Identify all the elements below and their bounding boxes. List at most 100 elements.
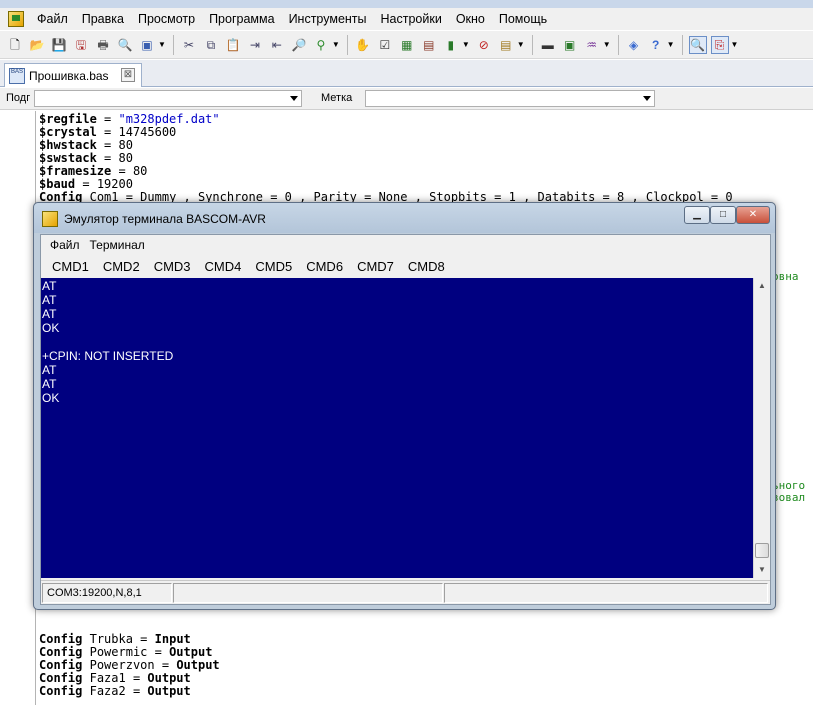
- code-fragment: зовал: [772, 491, 806, 504]
- lcd-icon[interactable]: ▣: [561, 36, 579, 54]
- pdf-dropdown-icon[interactable]: ▼: [731, 40, 739, 49]
- toolbar-separator: [346, 34, 348, 55]
- title-strip: [0, 0, 813, 8]
- menu-edit[interactable]: Правка: [75, 8, 131, 30]
- terminal-line: OK: [42, 321, 60, 335]
- status-panel: [173, 583, 443, 603]
- terminal-line: AT: [42, 363, 57, 377]
- pdf-icon[interactable]: ⎘: [710, 35, 729, 54]
- syntax-check-icon[interactable]: ☑: [376, 36, 394, 54]
- terminal-line: AT: [42, 307, 57, 321]
- compile-icon[interactable]: ▦: [398, 36, 416, 54]
- terminal-app-icon: [42, 211, 58, 227]
- minimize-button[interactable]: ▁: [684, 206, 710, 224]
- cmd4-button[interactable]: CMD4: [198, 256, 249, 278]
- scroll-thumb[interactable]: [755, 543, 769, 558]
- cmd3-button[interactable]: CMD3: [147, 256, 198, 278]
- status-panel: [444, 583, 768, 603]
- cmd8-button[interactable]: CMD8: [401, 256, 452, 278]
- save-as-icon[interactable]: 🖫: [72, 36, 90, 54]
- navigation-bar: Подг Метка: [0, 88, 813, 110]
- new-file-icon[interactable]: 🗋: [6, 36, 24, 54]
- terminal-title: Эмулятор терминала BASCOM-AVR: [64, 212, 266, 226]
- save-icon[interactable]: 💾: [50, 36, 68, 54]
- help-icon[interactable]: ?: [647, 36, 665, 54]
- terminal-line: AT: [42, 279, 57, 293]
- toolbar: 🗋 📂 💾 🖫 🖶 🔍 ▣ ▼ ✂ ⧉ 📋 ⇥ ⇤ 🔎 ⚲ ▼ ✋ ☑ ▦ ▤ …: [0, 31, 813, 59]
- graphic-converter-icon[interactable]: ♒: [583, 36, 601, 54]
- menu-program[interactable]: Программа: [202, 8, 282, 30]
- terminal-icon[interactable]: ▤: [497, 36, 515, 54]
- terminal-output[interactable]: AT AT AT OK +CPIN: NOT INSERTED AT AT OK: [41, 278, 753, 578]
- lcd-designer-icon[interactable]: ▬: [539, 36, 557, 54]
- cmd7-button[interactable]: CMD7: [350, 256, 401, 278]
- terminal-window: Эмулятор терминала BASCOM-AVR ▁ □ ✕ Файл…: [33, 202, 776, 610]
- editor-gutter: [0, 111, 36, 705]
- tab-file[interactable]: BAS Прошивка.bas ⊠: [4, 63, 142, 87]
- menu-help[interactable]: Помощь: [492, 8, 554, 30]
- print-icon[interactable]: 🖶: [94, 36, 112, 54]
- chip-icon[interactable]: ▤: [420, 36, 438, 54]
- project-dropdown-icon[interactable]: ▼: [158, 40, 166, 49]
- toolbar-separator: [172, 34, 174, 55]
- simulator-icon[interactable]: ⊘: [475, 36, 493, 54]
- project-icon[interactable]: ▣: [138, 36, 156, 54]
- cmd5-button[interactable]: CMD5: [248, 256, 299, 278]
- label-label: Метка: [321, 92, 353, 104]
- label-dropdown-icon[interactable]: [643, 96, 651, 101]
- menu-options[interactable]: Настройки: [374, 8, 449, 30]
- toolbar-separator: [681, 34, 683, 55]
- toolbar-separator: [617, 34, 619, 55]
- program-dropdown-icon[interactable]: ▼: [462, 40, 470, 49]
- indent-icon[interactable]: ⇥: [246, 36, 264, 54]
- copy-icon[interactable]: ⧉: [202, 36, 220, 54]
- hand-icon[interactable]: ✋: [354, 36, 372, 54]
- close-button[interactable]: ✕: [736, 206, 770, 224]
- scroll-down-icon[interactable]: ▼: [754, 562, 770, 578]
- replace-icon[interactable]: ⚲: [312, 36, 330, 54]
- program-chip-icon[interactable]: ▮: [442, 36, 460, 54]
- terminal-status-bar: COM3:19200,N,8,1: [41, 580, 770, 604]
- cut-icon[interactable]: ✂: [180, 36, 198, 54]
- sub-dropdown-icon[interactable]: [290, 96, 298, 101]
- menu-tools[interactable]: Инструменты: [282, 8, 374, 30]
- terminal-line: OK: [42, 391, 60, 405]
- app-icon[interactable]: [8, 11, 24, 27]
- unindent-icon[interactable]: ⇤: [268, 36, 286, 54]
- zoom-icon[interactable]: 🔍: [688, 35, 707, 54]
- scroll-up-icon[interactable]: ▲: [754, 278, 770, 294]
- cmd6-button[interactable]: CMD6: [299, 256, 350, 278]
- menu-window[interactable]: Окно: [449, 8, 492, 30]
- find-dropdown-icon[interactable]: ▼: [332, 40, 340, 49]
- find-icon[interactable]: 🔎: [290, 36, 308, 54]
- tab-file-label: Прошивка.bas: [29, 68, 109, 83]
- tab-bar: BAS Прошивка.bas ⊠: [0, 60, 813, 87]
- toolbar-separator: [531, 34, 533, 55]
- command-bar: CMD1 CMD2 CMD3 CMD4 CMD5 CMD6 CMD7 CMD8: [41, 256, 770, 278]
- info-icon[interactable]: ◈: [625, 36, 643, 54]
- status-port: COM3:19200,N,8,1: [42, 583, 172, 603]
- paste-icon[interactable]: 📋: [224, 36, 242, 54]
- open-folder-icon[interactable]: 📂: [28, 36, 46, 54]
- menu-view[interactable]: Просмотр: [131, 8, 202, 30]
- tools-dropdown-icon[interactable]: ▼: [603, 40, 611, 49]
- sub-label: Подг: [6, 92, 31, 104]
- terminal-scrollbar[interactable]: ▲ ▼: [753, 278, 770, 578]
- sub-select[interactable]: [34, 90, 302, 107]
- menu-bar: Файл Правка Просмотр Программа Инструмен…: [0, 8, 813, 30]
- close-tab-icon[interactable]: ⊠: [121, 68, 135, 82]
- bas-file-icon: BAS: [9, 67, 25, 84]
- cmd1-button[interactable]: CMD1: [45, 256, 96, 278]
- label-select[interactable]: [365, 90, 655, 107]
- terminal-dropdown-icon[interactable]: ▼: [517, 40, 525, 49]
- terminal-title-bar[interactable]: Эмулятор терминала BASCOM-AVR ▁ □ ✕: [34, 203, 775, 233]
- terminal-line: AT: [42, 377, 57, 391]
- terminal-menu-terminal[interactable]: Терминал: [85, 238, 150, 252]
- terminal-menu-file[interactable]: Файл: [45, 238, 85, 252]
- help-dropdown-icon[interactable]: ▼: [667, 40, 675, 49]
- menu-file[interactable]: Файл: [30, 8, 75, 30]
- cmd2-button[interactable]: CMD2: [96, 256, 147, 278]
- print-preview-icon[interactable]: 🔍: [116, 36, 134, 54]
- maximize-button[interactable]: □: [710, 206, 736, 224]
